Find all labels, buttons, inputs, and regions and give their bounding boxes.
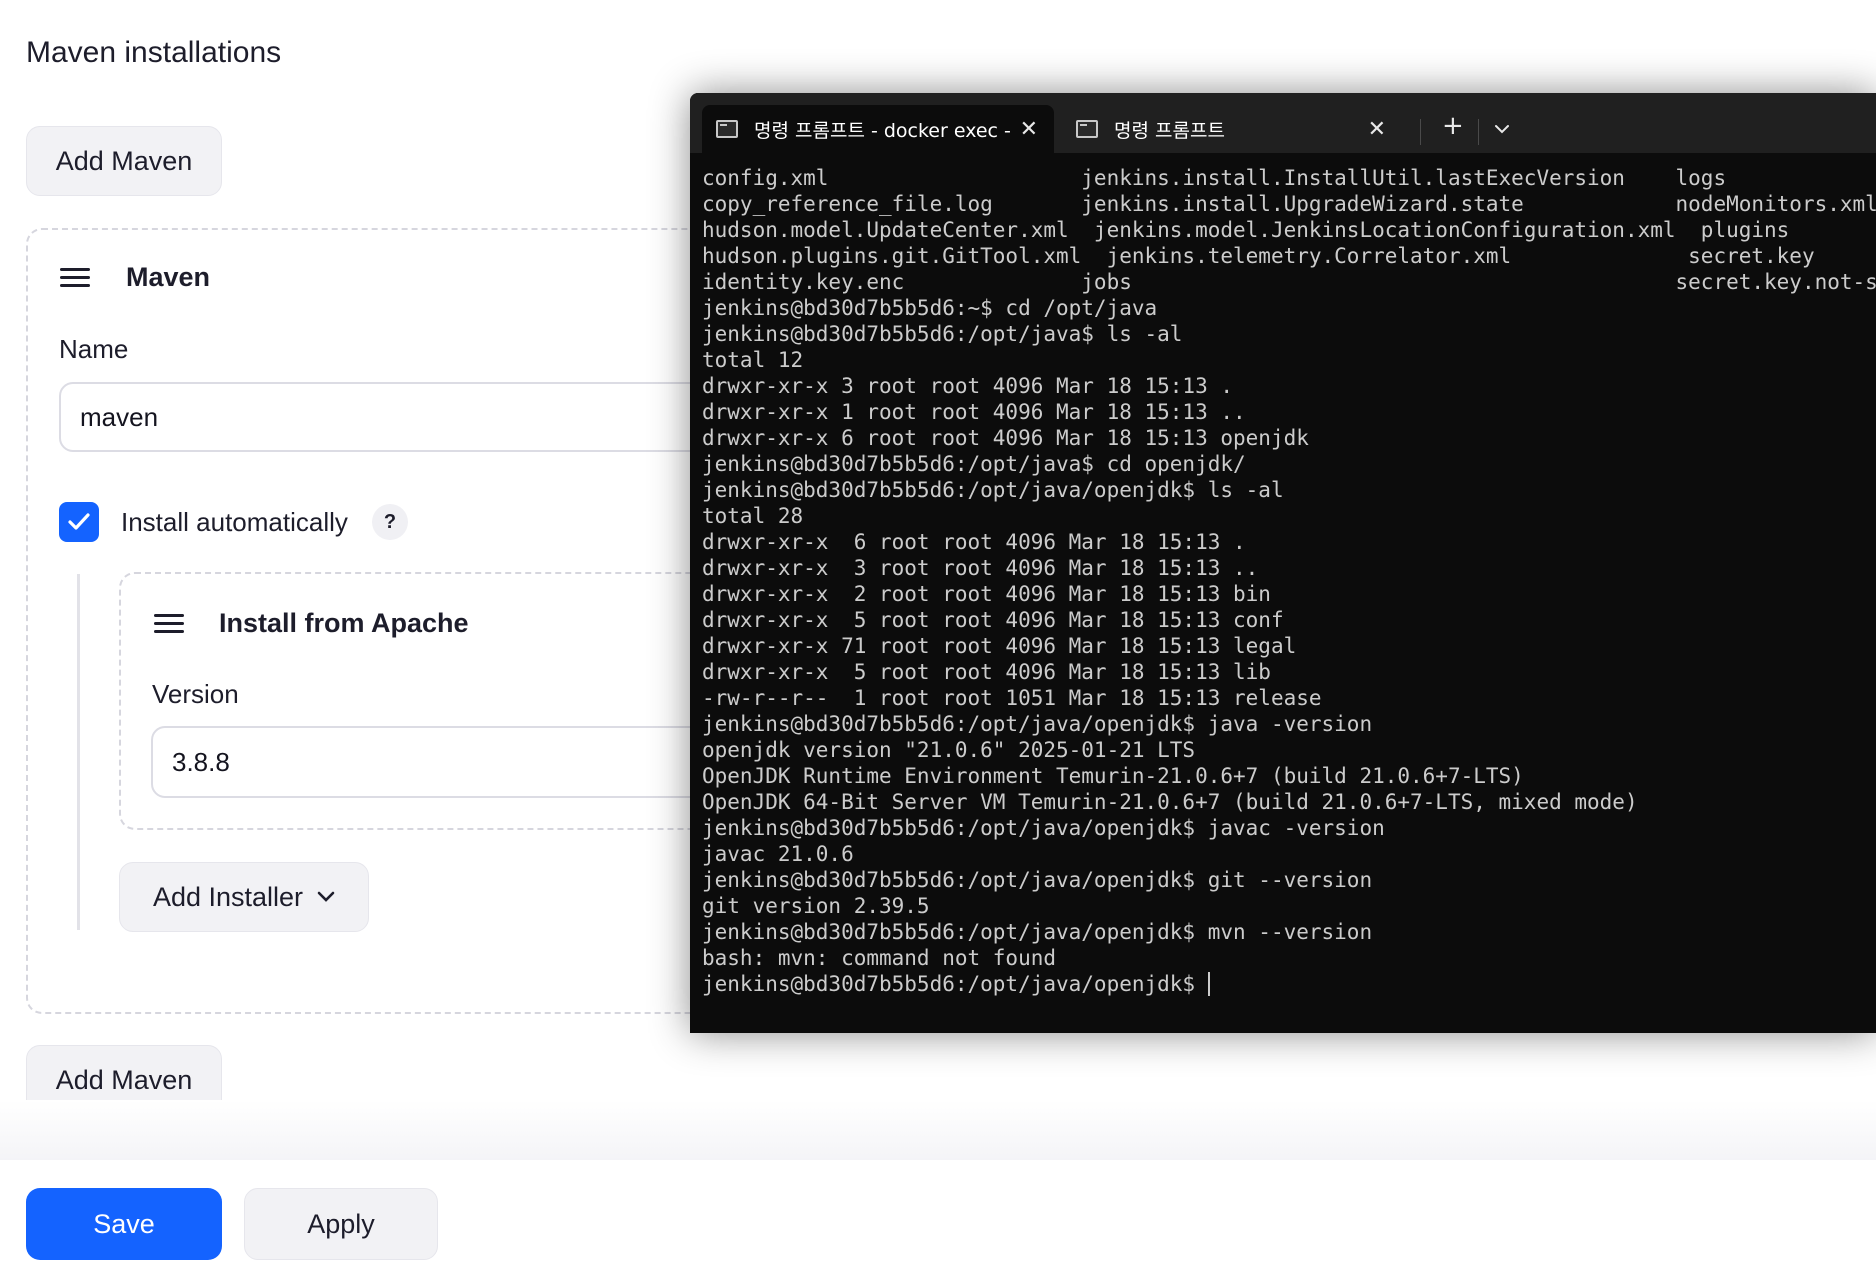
add-maven-button-top[interactable]: Add Maven (26, 126, 222, 196)
terminal-line: config.xml jenkins.install.InstallUtil.l… (702, 166, 1727, 190)
terminal-line: jenkins@bd30d7b5b5d6:/opt/java/openjdk$ … (702, 712, 1373, 736)
terminal-line: -rw-r--r-- 1 root root 1051 Mar 18 15:13… (702, 686, 1322, 710)
installer-card-title: Install from Apache (219, 608, 469, 638)
tab-separator (1420, 119, 1421, 145)
terminal-output-lines: config.xml jenkins.install.InstallUtil.l… (702, 166, 1876, 970)
section-title: Maven installations (26, 36, 282, 69)
terminal-window[interactable]: 명령 프롬프트 - docker exec - ✕ 명령 프롬프트 ✕ + co… (690, 93, 1876, 1033)
maven-card-title: Maven (126, 262, 211, 292)
terminal-line: OpenJDK Runtime Environment Temurin-21.0… (702, 764, 1524, 788)
terminal-tab-bar: 명령 프롬프트 - docker exec - ✕ 명령 프롬프트 ✕ + (690, 93, 1876, 153)
terminal-prompt: jenkins@bd30d7b5b5d6:/opt/java/openjdk$ (702, 972, 1208, 996)
terminal-line: jenkins@bd30d7b5b5d6:~$ cd /opt/java (702, 296, 1158, 320)
terminal-line: jenkins@bd30d7b5b5d6:/opt/java/openjdk$ … (702, 868, 1373, 892)
terminal-tab-active[interactable]: 명령 프롬프트 - docker exec - ✕ (702, 105, 1054, 153)
chevron-down-icon (317, 891, 335, 902)
terminal-line: OpenJDK 64-Bit Server VM Temurin-21.0.6+… (702, 790, 1638, 814)
new-tab-button[interactable]: + (1442, 111, 1464, 141)
version-input[interactable]: 3.8.8 (151, 726, 751, 798)
terminal-icon (1076, 120, 1098, 138)
terminal-line: jenkins@bd30d7b5b5d6:/opt/java$ ls -al (702, 322, 1183, 346)
terminal-tab-label: 명령 프롬프트 - docker exec - (754, 119, 1011, 142)
terminal-icon (716, 120, 738, 138)
terminal-line: hudson.plugins.git.GitTool.xml jenkins.t… (702, 244, 1815, 268)
help-icon[interactable]: ? (372, 504, 408, 540)
tab-separator (1478, 119, 1479, 145)
terminal-line: hudson.model.UpdateCenter.xml jenkins.mo… (702, 218, 1790, 242)
terminal-tab-label: 명령 프롬프트 (1114, 119, 1225, 142)
terminal-line: drwxr-xr-x 5 root root 4096 Mar 18 15:13… (702, 660, 1271, 684)
apply-button[interactable]: Apply (244, 1188, 438, 1260)
terminal-line: jenkins@bd30d7b5b5d6:/opt/java/openjdk$ … (702, 920, 1373, 944)
save-button[interactable]: Save (26, 1188, 222, 1260)
terminal-tab-inactive[interactable]: 명령 프롬프트 ✕ (1062, 105, 1402, 153)
footer-shadow (0, 1100, 1876, 1162)
terminal-line: copy_reference_file.log jenkins.install.… (702, 192, 1876, 216)
terminal-line: identity.key.enc jobs secret.key.not-so-… (702, 270, 1876, 294)
name-label: Name (59, 334, 129, 364)
terminal-line: jenkins@bd30d7b5b5d6:/opt/java/openjdk$ … (702, 478, 1284, 502)
close-tab-icon[interactable]: ✕ (1368, 117, 1386, 142)
terminal-line: drwxr-xr-x 2 root root 4096 Mar 18 15:13… (702, 582, 1271, 606)
terminal-line: jenkins@bd30d7b5b5d6:/opt/java$ cd openj… (702, 452, 1246, 476)
install-automatically-label: Install automatically (121, 507, 348, 537)
terminal-line: total 28 (702, 504, 804, 528)
terminal-line: drwxr-xr-x 5 root root 4096 Mar 18 15:13… (702, 608, 1284, 632)
terminal-line: openjdk version "21.0.6" 2025-01-21 LTS (702, 738, 1196, 762)
terminal-line: jenkins@bd30d7b5b5d6:/opt/java/openjdk$ … (702, 816, 1385, 840)
terminal-line: drwxr-xr-x 1 root root 4096 Mar 18 15:13… (702, 400, 1246, 424)
terminal-cursor (1207, 972, 1210, 996)
installer-guide-line (77, 574, 80, 930)
terminal-line: git version 2.39.5 (702, 894, 930, 918)
drag-handle-icon[interactable] (60, 268, 90, 288)
terminal-line: bash: mvn: command not found (702, 946, 1057, 970)
add-installer-label: Add Installer (152, 881, 304, 912)
install-automatically-checkbox[interactable] (59, 502, 99, 542)
installer-drag-handle-icon[interactable] (154, 614, 184, 634)
terminal-line: drwxr-xr-x 3 root root 4096 Mar 18 15:13… (702, 556, 1259, 580)
name-input[interactable]: maven (59, 382, 759, 452)
close-tab-icon[interactable]: ✕ (1020, 117, 1038, 142)
terminal-line: drwxr-xr-x 71 root root 4096 Mar 18 15:1… (702, 634, 1297, 658)
add-installer-button[interactable]: Add Installer (119, 862, 369, 932)
terminal-output[interactable]: config.xml jenkins.install.InstallUtil.l… (702, 165, 1876, 997)
version-label: Version (152, 679, 239, 709)
terminal-line: drwxr-xr-x 3 root root 4096 Mar 18 15:13… (702, 374, 1234, 398)
terminal-line: javac 21.0.6 (702, 842, 854, 866)
tab-dropdown-icon[interactable] (1494, 123, 1510, 135)
checkmark-icon (68, 513, 90, 530)
terminal-line: drwxr-xr-x 6 root root 4096 Mar 18 15:13… (702, 530, 1246, 554)
terminal-line: drwxr-xr-x 6 root root 4096 Mar 18 15:13… (702, 426, 1309, 450)
terminal-line: total 12 (702, 348, 804, 372)
